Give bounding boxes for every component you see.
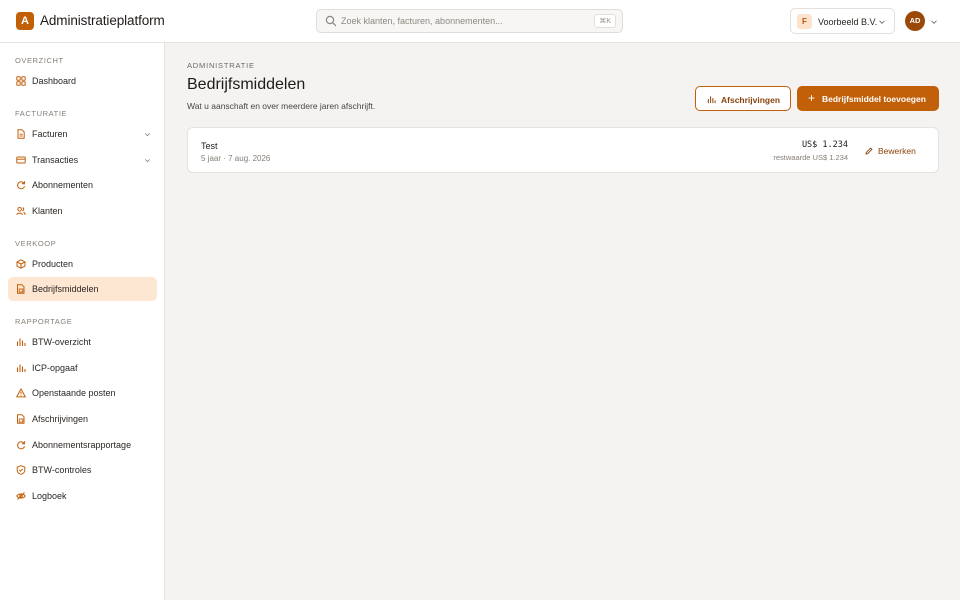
asset-icon	[17, 284, 25, 294]
bar-chart-icon	[16, 338, 26, 346]
user-avatar[interactable]: AD	[905, 11, 925, 31]
pencil-icon	[865, 147, 873, 155]
sidebar-item-facturen[interactable]: Facturen	[8, 122, 157, 146]
sidebar-item-label: Afschrijvingen	[32, 414, 89, 424]
refresh-icon	[17, 441, 26, 450]
chevron-down-icon[interactable]	[930, 18, 938, 26]
top-bar: A Administratieplatform Zoek klanten, fa…	[0, 0, 960, 43]
bar-chart-icon	[16, 364, 26, 372]
sidebar-item-label: ICP-opgaaf	[32, 363, 78, 373]
sidebar-item-abonnementsrapportage[interactable]: Abonnementsrapportage	[8, 433, 157, 457]
sidebar-item-logboek[interactable]: Logboek	[8, 484, 157, 508]
sidebar-item-label: BTW-overzicht	[32, 337, 91, 347]
shield-check-icon	[16, 465, 26, 475]
sidebar-item-label: Openstaande posten	[32, 388, 116, 398]
sidebar-item-label: Dashboard	[32, 76, 77, 86]
search-shortcut: ⌘K	[594, 14, 616, 28]
edit-button[interactable]: Bewerken	[865, 145, 923, 157]
organization-badge: F	[797, 14, 812, 29]
add-asset-button-label: Bedrijfsmiddel toevoegen	[822, 94, 926, 104]
box-icon	[16, 259, 26, 269]
sidebar-item-label: BTW-controles	[32, 465, 92, 475]
breadcrumb: Administratie	[187, 61, 255, 70]
chevron-down-icon	[879, 20, 885, 25]
sidebar-section-overzicht: Overzicht	[15, 56, 64, 65]
document-icon	[17, 129, 25, 139]
sidebar-item-producten[interactable]: Producten	[8, 252, 157, 276]
sidebar-item-dashboard[interactable]: Dashboard	[8, 69, 157, 93]
sidebar-item-afschrijvingen[interactable]: Afschrijvingen	[8, 407, 157, 431]
sidebar-item-label: Facturen	[32, 129, 68, 139]
users-icon	[16, 207, 26, 216]
sidebar-item-btw-overzicht[interactable]: BTW-overzicht	[8, 330, 157, 354]
page-subtitle: Wat u aanschaft en over meerdere jaren a…	[187, 101, 376, 111]
sidebar: Overzicht Dashboard Facturatie Facturen …	[0, 43, 165, 600]
page-title: Bedrijfsmiddelen	[187, 76, 306, 93]
asset-value: US$ 1.234	[801, 140, 848, 150]
sidebar-item-abonnementen[interactable]: Abonnementen	[8, 173, 157, 197]
sidebar-item-label: Abonnementen	[32, 180, 94, 190]
depreciation-button[interactable]: Afschrijvingen	[695, 86, 791, 111]
sidebar-item-label: Producten	[32, 259, 74, 269]
search-icon	[325, 15, 337, 27]
bar-chart-icon	[707, 96, 716, 104]
asset-list-item[interactable]: Test 5 jaar · 7 aug. 2026 US$ 1.234 rest…	[187, 127, 939, 173]
sidebar-item-transacties[interactable]: Transacties	[8, 148, 157, 172]
grid-icon	[16, 76, 26, 86]
organization-name: Voorbeeld B.V.	[818, 17, 878, 27]
asset-icon	[17, 414, 25, 424]
depreciation-button-label: Afschrijvingen	[721, 95, 781, 105]
chevron-down-icon[interactable]	[144, 157, 151, 164]
chevron-down-icon[interactable]	[144, 131, 151, 138]
sidebar-item-label: Bedrijfsmiddelen	[32, 284, 99, 294]
search-placeholder: Zoek klanten, facturen, abonnementen...	[341, 16, 503, 26]
sidebar-section-facturatie: Facturatie	[15, 109, 68, 118]
app-title[interactable]: Administratieplatform	[40, 13, 165, 28]
eye-off-icon	[16, 492, 26, 500]
sidebar-item-label: Abonnementsrapportage	[32, 440, 132, 450]
organization-switcher[interactable]: F Voorbeeld B.V.	[790, 8, 895, 34]
sidebar-item-bedrijfsmiddelen[interactable]: Bedrijfsmiddelen	[8, 277, 157, 301]
asset-meta: 5 jaar · 7 aug. 2026	[201, 154, 271, 163]
warning-icon	[16, 388, 26, 398]
asset-residual-value: restwaarde US$ 1.234	[773, 153, 848, 162]
sidebar-item-btw-controles[interactable]: BTW-controles	[8, 458, 157, 482]
sidebar-item-icp-opgaaf[interactable]: ICP-opgaaf	[8, 356, 157, 380]
sidebar-item-label: Transacties	[32, 155, 79, 165]
asset-name: Test	[201, 141, 218, 151]
search-input[interactable]: Zoek klanten, facturen, abonnementen... …	[316, 9, 623, 33]
sidebar-section-verkoop: Verkoop	[15, 239, 57, 248]
app-logo[interactable]: A	[16, 12, 34, 30]
edit-button-label: Bewerken	[878, 146, 916, 156]
card-icon	[16, 156, 26, 164]
sidebar-item-openstaande-posten[interactable]: Openstaande posten	[8, 381, 157, 405]
sidebar-item-label: Klanten	[32, 206, 63, 216]
plus-icon: +	[808, 91, 816, 105]
sidebar-section-rapportage: Rapportage	[15, 317, 73, 326]
refresh-icon	[17, 181, 26, 190]
sidebar-item-label: Logboek	[32, 491, 67, 501]
add-asset-button[interactable]: + Bedrijfsmiddel toevoegen	[797, 86, 939, 111]
sidebar-item-klanten[interactable]: Klanten	[8, 199, 157, 223]
